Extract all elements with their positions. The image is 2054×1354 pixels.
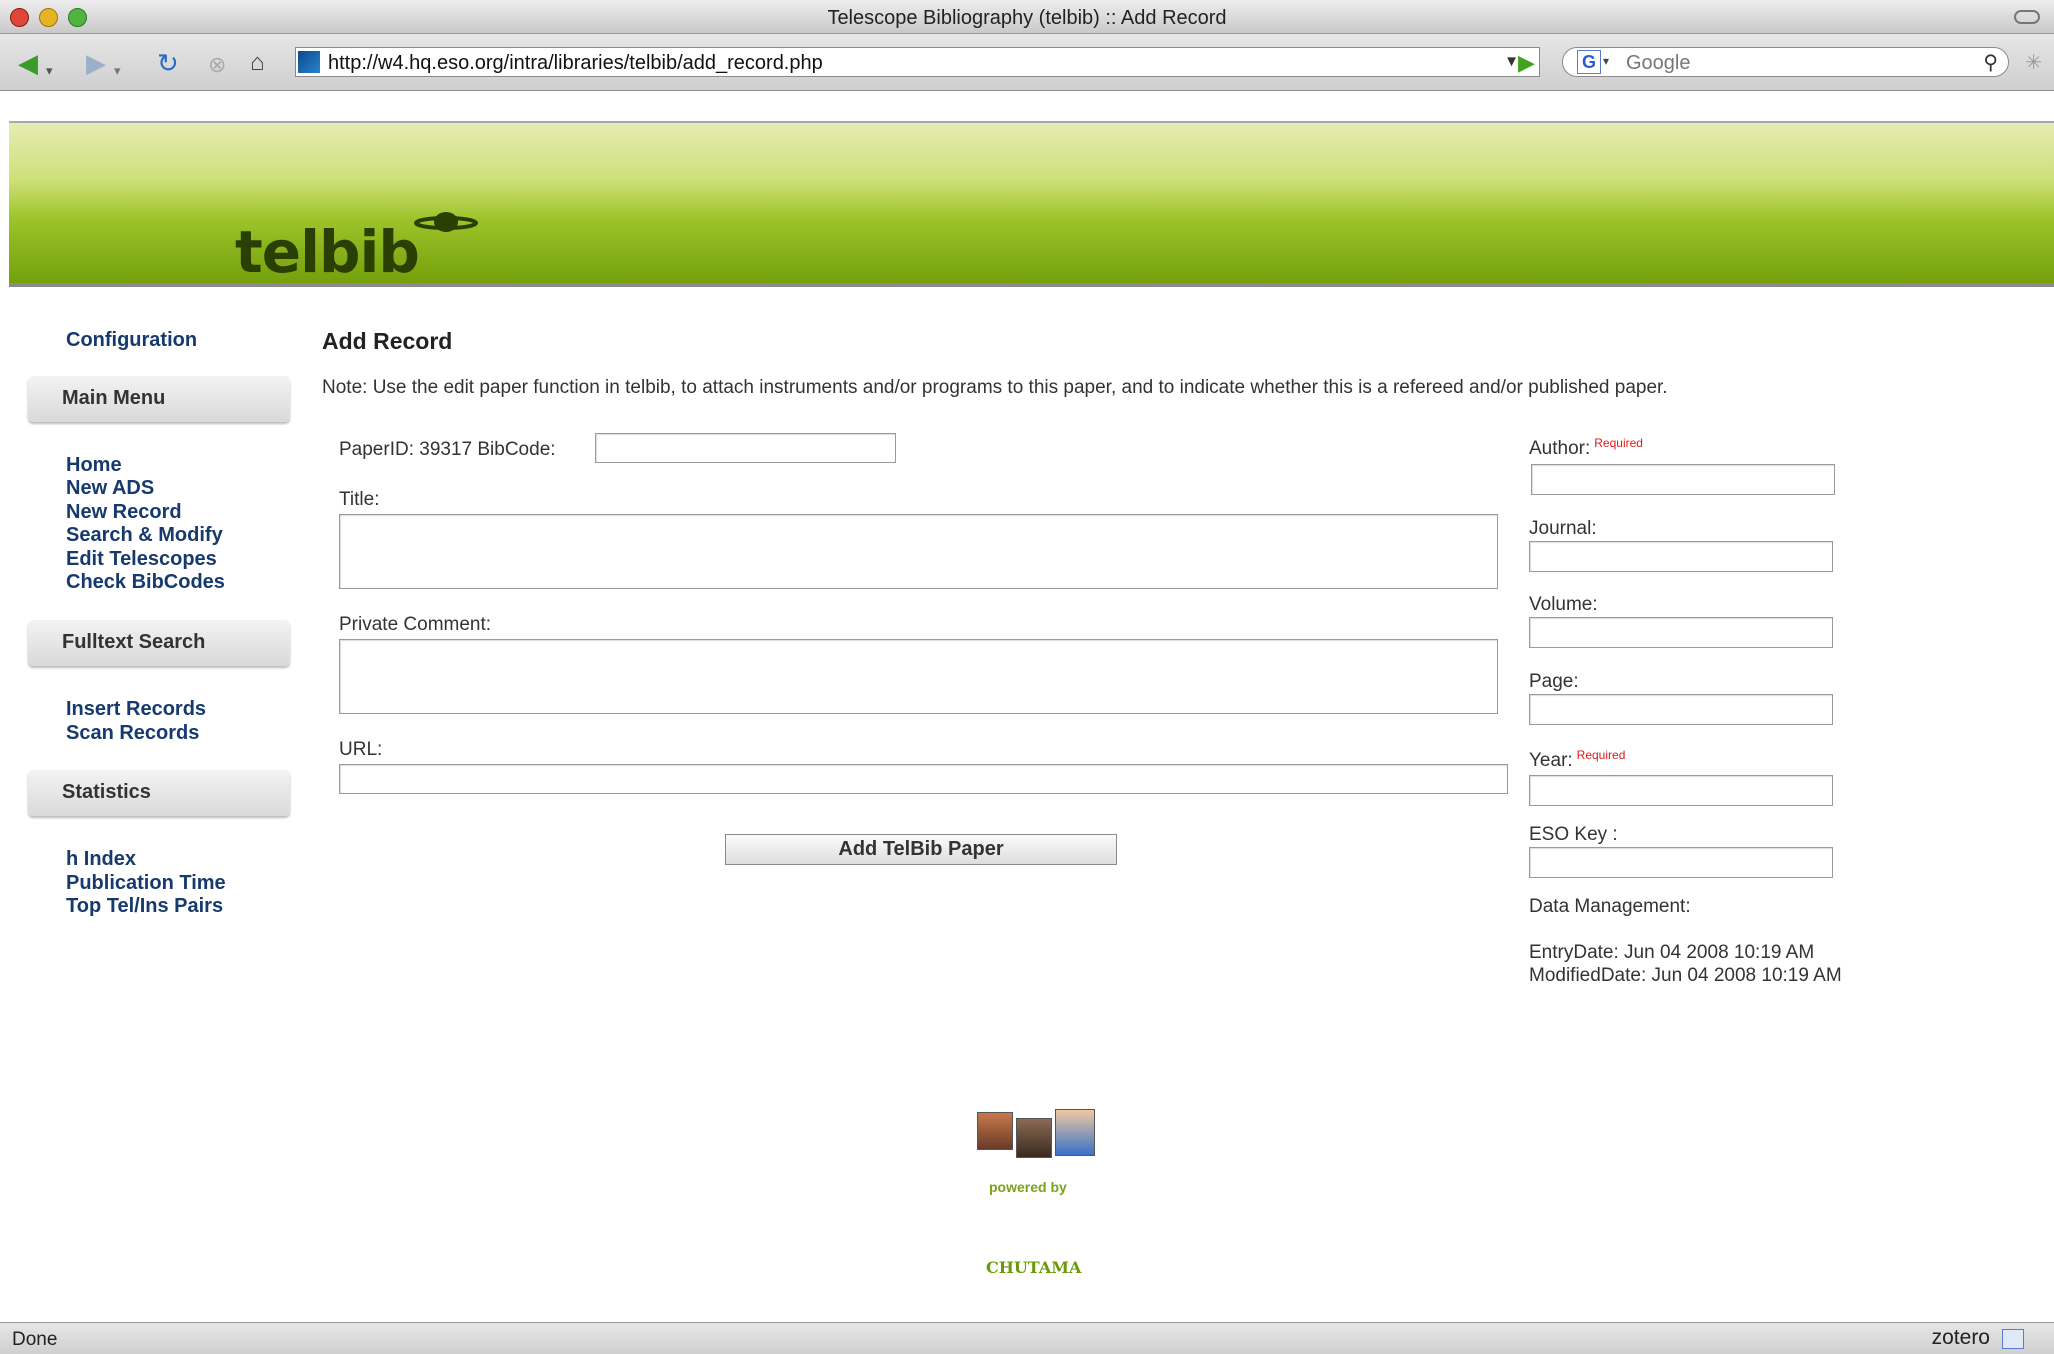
team-photo-1 (977, 1112, 1013, 1150)
sidebar-item-insert-records[interactable]: Insert Records (66, 697, 206, 721)
bibcode-input[interactable] (595, 433, 896, 463)
engine-menu-icon[interactable]: ▾ (1603, 54, 1609, 68)
paper-id-label: PaperID: 39317 BibCode: (339, 439, 556, 460)
stop-icon[interactable]: ⊗ (208, 52, 226, 78)
page-input[interactable] (1529, 694, 1833, 725)
journal-input[interactable] (1529, 541, 1833, 572)
address-text: http://w4.hq.eso.org/intra/libraries/tel… (328, 52, 823, 74)
page-title: Add Record (322, 328, 453, 354)
browser-toolbar: ◀ ▾ ▶ ▾ ↻ ⊗ ⌂ http://w4.hq.eso.org/intra… (0, 34, 2054, 91)
sidebar-item-search-modify[interactable]: Search & Modify (66, 523, 223, 547)
team-photo-3 (1055, 1109, 1095, 1156)
volume-input[interactable] (1529, 617, 1833, 648)
browser-statusbar: Done zotero (0, 1322, 2054, 1354)
powered-by-label: powered by (989, 1179, 1067, 1195)
modified-date: ModifiedDate: Jun 04 2008 10:19 AM (1529, 965, 1842, 986)
data-management-label: Data Management: (1529, 896, 1691, 917)
forward-menu-icon[interactable]: ▾ (114, 58, 121, 84)
author-label-text: Author: (1529, 438, 1591, 459)
year-label: Year: Required (1529, 748, 1626, 772)
site-favicon-icon (298, 51, 320, 73)
title-label: Title: (339, 489, 380, 510)
sidebar-item-home[interactable]: Home (66, 453, 122, 477)
go-icon[interactable]: ▶ (1518, 50, 1535, 76)
back-menu-icon[interactable]: ▾ (46, 58, 53, 84)
search-box[interactable]: G ▾ Google ⚲ (1562, 47, 2009, 77)
forward-icon[interactable]: ▶ (86, 50, 106, 76)
volume-label: Volume: (1529, 594, 1598, 615)
search-icon[interactable]: ⚲ (1983, 50, 1998, 75)
history-dropdown-icon[interactable]: ▼ (1504, 53, 1519, 70)
entry-date: EntryDate: Jun 04 2008 10:19 AM (1529, 942, 1815, 963)
site-banner: telbib (9, 121, 2054, 287)
year-input[interactable] (1529, 775, 1833, 806)
home-icon[interactable]: ⌂ (250, 50, 265, 76)
search-placeholder: Google (1626, 52, 1691, 74)
page-content: telbib Configuration Main Menu Home New … (9, 91, 2054, 1322)
google-engine-icon[interactable]: G (1577, 50, 1601, 74)
zotero-icon[interactable] (2002, 1329, 2024, 1349)
sidebar-item-new-ads[interactable]: New ADS (66, 476, 154, 500)
page-label: Page: (1529, 671, 1579, 692)
reload-icon[interactable]: ↻ (157, 50, 179, 76)
statistics-header: Statistics (28, 770, 290, 816)
chutama-logo[interactable]: CHUTAMA (986, 1258, 1081, 1277)
year-required-badge: Required (1576, 748, 1626, 762)
author-label: Author: Required (1529, 436, 1643, 460)
add-telbib-paper-button[interactable]: Add TelBib Paper (725, 834, 1117, 865)
url-input[interactable] (339, 764, 1508, 794)
main-menu-header: Main Menu (28, 376, 290, 422)
configuration-link[interactable]: Configuration (66, 328, 197, 352)
sidebar-item-new-record[interactable]: New Record (66, 500, 182, 524)
sidebar-item-h-index[interactable]: h Index (66, 847, 136, 871)
sidebar-item-check-bibcodes[interactable]: Check BibCodes (66, 570, 225, 594)
fulltext-search-title: Fulltext Search (62, 631, 206, 653)
toolbar-toggle-button[interactable] (2014, 10, 2040, 24)
planet-logo-icon (414, 212, 478, 232)
address-bar[interactable]: http://w4.hq.eso.org/intra/libraries/tel… (295, 47, 1540, 77)
private-comment-textarea[interactable] (339, 639, 1498, 714)
title-textarea[interactable] (339, 514, 1498, 589)
zotero-label[interactable]: zotero (1932, 1326, 1990, 1350)
private-comment-label: Private Comment: (339, 614, 492, 635)
back-icon[interactable]: ◀ (18, 50, 38, 76)
author-input[interactable] (1531, 464, 1835, 495)
window-titlebar: Telescope Bibliography (telbib) :: Add R… (0, 0, 2054, 34)
url-label: URL: (339, 739, 383, 760)
journal-label: Journal: (1529, 518, 1597, 539)
author-required-badge: Required (1594, 436, 1643, 450)
form-note: Note: Use the edit paper function in tel… (322, 377, 1668, 398)
main-menu-title: Main Menu (62, 387, 166, 409)
sidebar-item-publication-time[interactable]: Publication Time (66, 871, 226, 895)
activity-spinner-icon: ✳ (2025, 52, 2042, 74)
sidebar-item-top-tel-ins-pairs[interactable]: Top Tel/Ins Pairs (66, 894, 223, 918)
window-title: Telescope Bibliography (telbib) :: Add R… (827, 7, 1227, 29)
status-text: Done (12, 1329, 58, 1350)
fulltext-search-header: Fulltext Search (28, 620, 290, 666)
team-photo-2 (1016, 1118, 1052, 1158)
year-label-text: Year: (1529, 750, 1573, 771)
statistics-title: Statistics (62, 781, 151, 803)
eso-key-label: ESO Key : (1529, 824, 1618, 845)
sidebar-item-edit-telescopes[interactable]: Edit Telescopes (66, 547, 217, 571)
eso-key-input[interactable] (1529, 847, 1833, 878)
sidebar-item-scan-records[interactable]: Scan Records (66, 721, 199, 745)
site-logo[interactable]: telbib (235, 218, 420, 286)
